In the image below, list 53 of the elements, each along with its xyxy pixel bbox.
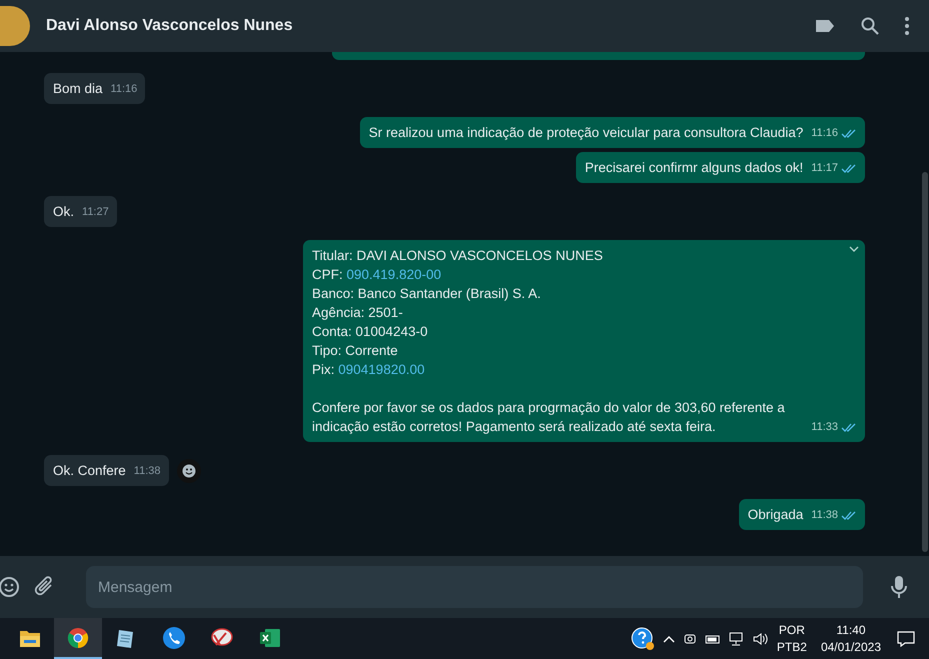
- smiley-icon[interactable]: [0, 576, 20, 598]
- received-message-bubble[interactable]: Ok. 11:27: [44, 196, 117, 227]
- received-message-bubble[interactable]: Bom dia 11:16: [44, 73, 146, 104]
- keyboard-language-indicator[interactable]: POR PTB2: [776, 622, 807, 656]
- message-time: 11:38: [134, 464, 160, 479]
- phone-icon[interactable]: [162, 626, 186, 650]
- message-input-field[interactable]: Mensagem: [86, 566, 863, 608]
- message-time: 11:16: [110, 82, 138, 97]
- message-time: 11:27: [82, 205, 109, 220]
- contact-avatar[interactable]: [0, 6, 30, 46]
- phone-number-link[interactable]: 090419820.00: [338, 362, 425, 377]
- message-text: Obrigada: [748, 506, 804, 524]
- detail-line: Agência: 2501-: [312, 304, 403, 322]
- taskbar-app-button[interactable]: [54, 618, 102, 659]
- label-icon[interactable]: [815, 19, 835, 33]
- search-icon[interactable]: [861, 17, 879, 35]
- message-time: 11:16: [811, 126, 838, 141]
- phone-number-link[interactable]: 090.419.820-00: [346, 267, 442, 282]
- sent-message-bubble[interactable]: Obrigada 11:38: [738, 499, 865, 530]
- network-icon[interactable]: [728, 632, 745, 646]
- speaker-icon[interactable]: [752, 632, 769, 646]
- detail-line: Pix: 090419820.00: [312, 361, 425, 379]
- scrollbar[interactable]: [922, 172, 928, 552]
- sent-message-bubble[interactable]: [303, 240, 865, 442]
- help-icon[interactable]: [630, 626, 655, 650]
- detail-line: Titular: DAVI ALONSO VASCONCELOS NUNES: [312, 247, 603, 265]
- chevron-up-icon[interactable]: [662, 634, 675, 642]
- chevron-down-icon[interactable]: [849, 246, 859, 252]
- menu-icon[interactable]: [905, 17, 909, 35]
- detail-line: Banco: Banco Santander (Brasil) S. A.: [312, 285, 541, 303]
- message-text: Confere por favor se os dados para progrmação do valor de 303,60 referente a indicação estão corretos! Pagamento será realizado até sexta feira.: [312, 399, 786, 436]
- message-time: 11:17: [811, 161, 838, 176]
- browser-icon[interactable]: [67, 626, 89, 648]
- message-text: Ok. Confere: [53, 462, 126, 480]
- microphone-icon[interactable]: [891, 575, 907, 599]
- sent-message-bubble[interactable]: Sr realizou uma indicação de proteção veicular para consultora Claudia? 11:16: [360, 117, 865, 148]
- received-message-bubble[interactable]: Ok. Confere 11:38: [44, 455, 168, 486]
- battery-icon[interactable]: [704, 632, 721, 644]
- detail-line: Conta: 01004243-0: [312, 323, 428, 341]
- message-time: 11:38: [811, 508, 838, 523]
- message-text: Sr realizou uma indicação de proteção veicular para consultora Claudia?: [368, 124, 804, 142]
- clock[interactable]: 11:40 04/01/2023: [820, 622, 881, 656]
- notification-icon[interactable]: [897, 630, 915, 646]
- message-text: Precisarei confirmr alguns dados ok!: [584, 159, 804, 177]
- sent-message-bubble[interactable]: Precisarei confirmr alguns dados ok! 11:17: [576, 152, 865, 183]
- message-time: 11:33: [811, 420, 838, 435]
- message-text: Ok.: [53, 203, 74, 221]
- message-text: Bom dia: [53, 80, 103, 98]
- camera-icon[interactable]: [682, 632, 697, 646]
- detail-line: CPF: 090.419.820-00: [312, 266, 442, 284]
- smiley-icon[interactable]: [176, 458, 200, 482]
- detail-line: Tipo: Corrente: [312, 342, 398, 360]
- spreadsheet-icon[interactable]: [259, 628, 281, 648]
